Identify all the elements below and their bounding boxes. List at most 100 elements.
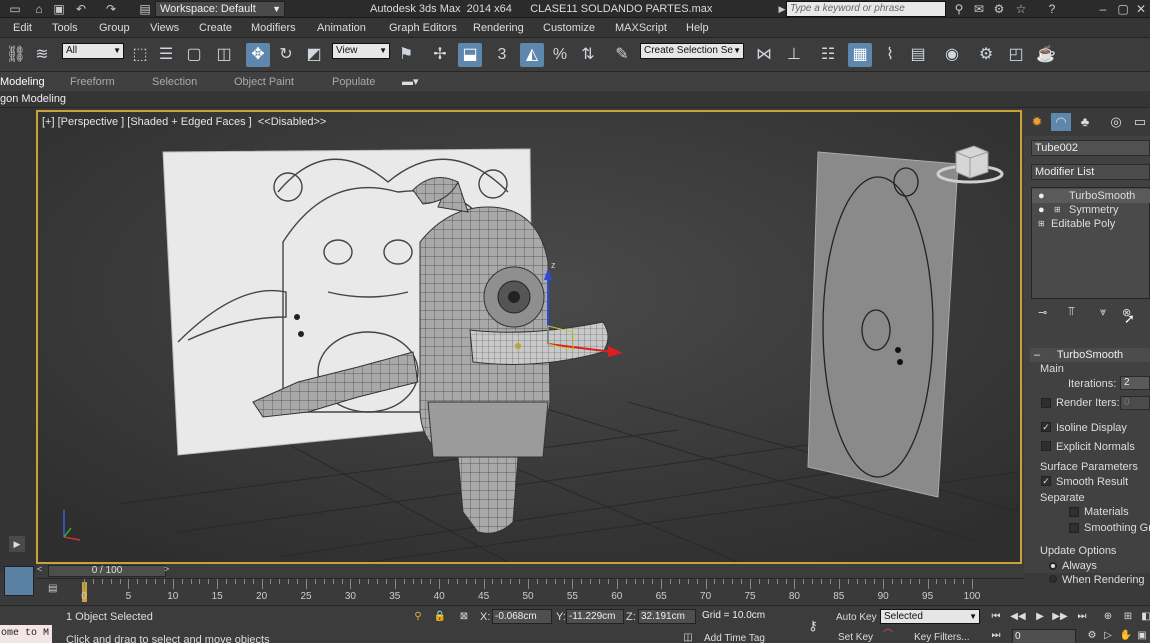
isolate-selection-icon[interactable]: ⚲ [410, 609, 426, 624]
go-to-start-icon[interactable]: ⏮ [988, 609, 1004, 624]
key-icon[interactable]: ⚷ [803, 618, 823, 633]
expand-icon[interactable]: ⊞ [1038, 217, 1045, 231]
keyboard-shortcut-override-icon[interactable]: ⬓ [458, 43, 482, 67]
always-radio[interactable] [1049, 562, 1057, 570]
close-icon[interactable]: ✕ [1134, 2, 1148, 16]
add-time-tag[interactable]: Add Time Tag [704, 633, 765, 643]
menu-create[interactable]: Create [199, 21, 232, 35]
pin-stack-icon[interactable]: ⊸ [1038, 306, 1047, 319]
edit-named-selection-icon[interactable]: ✎ [610, 43, 634, 67]
motion-tab-icon[interactable]: ◎ [1106, 113, 1126, 131]
turbosmooth-rollout-header[interactable]: – TurboSmooth [1030, 348, 1150, 362]
app-menu-icon[interactable]: ▭ [8, 2, 22, 16]
binoculars-icon[interactable]: ⚲ [952, 2, 966, 16]
absolute-mode-icon[interactable]: ⊠ [456, 609, 472, 624]
next-frame-icon[interactable]: > [164, 564, 169, 574]
expand-icon[interactable]: ⊞ [1054, 203, 1061, 217]
menu-views[interactable]: Views [150, 21, 179, 35]
y-coordinate-field[interactable]: -11.229cm [566, 609, 624, 624]
communication-icon[interactable]: ✉ [972, 2, 986, 16]
lightbulb-icon[interactable]: ● [1038, 189, 1045, 203]
align-icon[interactable]: ⊥ [782, 43, 806, 67]
x-coordinate-field[interactable]: -0.068cm [492, 609, 552, 624]
set-key-button[interactable]: Set Key [838, 632, 873, 643]
help-icon[interactable]: ? [1045, 2, 1059, 16]
ribbon-options-icon[interactable]: ▬▾ [402, 75, 419, 89]
minimize-icon[interactable]: – [1096, 2, 1110, 16]
angle-snap-icon[interactable]: ◭ [520, 43, 544, 67]
smoothing-groups-checkbox[interactable] [1069, 523, 1079, 533]
when-rendering-radio[interactable] [1049, 575, 1057, 583]
maximize-viewport-icon[interactable]: ▣ [1134, 628, 1150, 643]
go-to-end-icon[interactable]: ⏭ [1074, 609, 1090, 624]
render-production-icon[interactable]: ☕ [1034, 43, 1058, 67]
display-tab-icon[interactable]: ▭ [1130, 113, 1150, 131]
curve-editor-toggle-icon[interactable]: ▤ [48, 583, 57, 594]
stack-item-turbosmooth[interactable]: ● TurboSmooth [1032, 189, 1150, 203]
object-name-field[interactable]: Tube002 [1031, 140, 1150, 156]
search-input[interactable]: Type a keyword or phrase [786, 1, 946, 17]
stack-item-symmetry[interactable]: ● ⊞ Symmetry [1032, 203, 1150, 217]
perspective-viewport[interactable]: [+] [Perspective ] [Shaded + Edged Faces… [36, 110, 1022, 564]
rendered-frame-icon[interactable]: ◰ [1004, 43, 1028, 67]
key-set-dropdown[interactable]: Selected ▼ [880, 609, 980, 624]
make-unique-icon[interactable]: ⩔ [1100, 306, 1106, 319]
tab-populate[interactable]: Populate [332, 75, 375, 89]
favorites-icon[interactable]: ☆ [1014, 2, 1028, 16]
render-iters-checkbox[interactable] [1041, 398, 1051, 408]
open-file-icon[interactable]: ⌂ [32, 2, 46, 16]
link-icon[interactable]: ⛓ [4, 43, 28, 67]
layer-manager-icon[interactable]: ☷ [816, 43, 840, 67]
rectangular-selection-icon[interactable]: ▢ [182, 43, 206, 67]
select-by-name-icon[interactable]: ☰ [154, 43, 178, 67]
field-of-view-icon[interactable]: ▷ [1100, 628, 1116, 643]
maxscript-listener[interactable]: ome to M [0, 625, 52, 643]
menu-help[interactable]: Help [686, 21, 709, 35]
materials-checkbox[interactable] [1069, 507, 1079, 517]
menu-customize[interactable]: Customize [543, 21, 595, 35]
graphite-toolset-icon[interactable]: ▦ [848, 43, 872, 67]
unlink-icon[interactable]: ≋ [30, 43, 54, 67]
spinner-snap-icon[interactable]: ⇅ [576, 43, 600, 67]
menu-modifiers[interactable]: Modifiers [251, 21, 296, 35]
show-end-result-icon[interactable]: ⫪ [1068, 304, 1075, 319]
render-setup-icon[interactable]: ⚙ [974, 43, 998, 67]
mini-listener-icon[interactable] [4, 566, 34, 596]
sign-in-icon[interactable]: ⚙ [992, 2, 1006, 16]
tab-object-paint[interactable]: Object Paint [234, 75, 294, 89]
window-crossing-icon[interactable]: ◫ [212, 43, 236, 67]
modifier-list-dropdown[interactable]: Modifier List [1031, 164, 1150, 180]
zoom-icon[interactable]: ⊕ [1100, 609, 1116, 624]
key-filters-button[interactable]: Key Filters... [914, 632, 970, 643]
menu-edit[interactable]: Edit [13, 21, 32, 35]
z-coordinate-field[interactable]: 32.191cm [638, 609, 696, 624]
select-object-icon[interactable]: ⬚ [128, 43, 152, 67]
key-mode-icon[interactable]: ⏭ [988, 628, 1004, 643]
time-tag-icon[interactable]: ◫ [680, 630, 696, 643]
percent-snap-icon[interactable]: % [548, 43, 572, 67]
time-slider[interactable]: 0 / 100 [48, 565, 166, 577]
isoline-checkbox[interactable]: ✓ [1041, 422, 1051, 432]
select-and-rotate-icon[interactable]: ↻ [274, 43, 298, 67]
schematic-view-icon[interactable]: ▤ [906, 43, 930, 67]
play-icon[interactable]: ▶ [1032, 609, 1048, 624]
manipulate-icon[interactable]: ✢ [428, 43, 452, 67]
ribbon-panel-label[interactable]: gon Modeling [0, 93, 66, 106]
maximize-icon[interactable]: ▢ [1116, 2, 1130, 16]
project-folder-icon[interactable]: ▤ [138, 2, 152, 16]
curve-editor-icon[interactable]: ⌇ [878, 43, 902, 67]
zoom-extents-icon[interactable]: ◧ [1138, 609, 1150, 624]
redo-icon[interactable]: ↷ [104, 2, 118, 16]
hierarchy-tab-icon[interactable]: ♣ [1075, 113, 1095, 131]
menu-rendering[interactable]: Rendering [473, 21, 524, 35]
explicit-normals-checkbox[interactable] [1041, 441, 1051, 451]
material-editor-icon[interactable]: ◉ [940, 43, 964, 67]
pan-view-icon[interactable]: ✋ [1118, 628, 1134, 643]
smooth-result-checkbox[interactable]: ✓ [1041, 476, 1051, 486]
track-bar[interactable]: ▤ 0 5 10 15 20 25 30 35 40 45 50 55 60 65 70 75 80 85 90 95… [36, 578, 1024, 605]
workspace-dropdown[interactable]: Workspace: Default ▼ [155, 1, 285, 17]
modify-tab-icon[interactable]: ◠ [1051, 113, 1071, 131]
create-tab-icon[interactable]: ✹ [1027, 113, 1047, 131]
render-iters-spinner[interactable]: 0 [1120, 396, 1150, 410]
prev-frame-icon[interactable]: < [37, 564, 42, 574]
